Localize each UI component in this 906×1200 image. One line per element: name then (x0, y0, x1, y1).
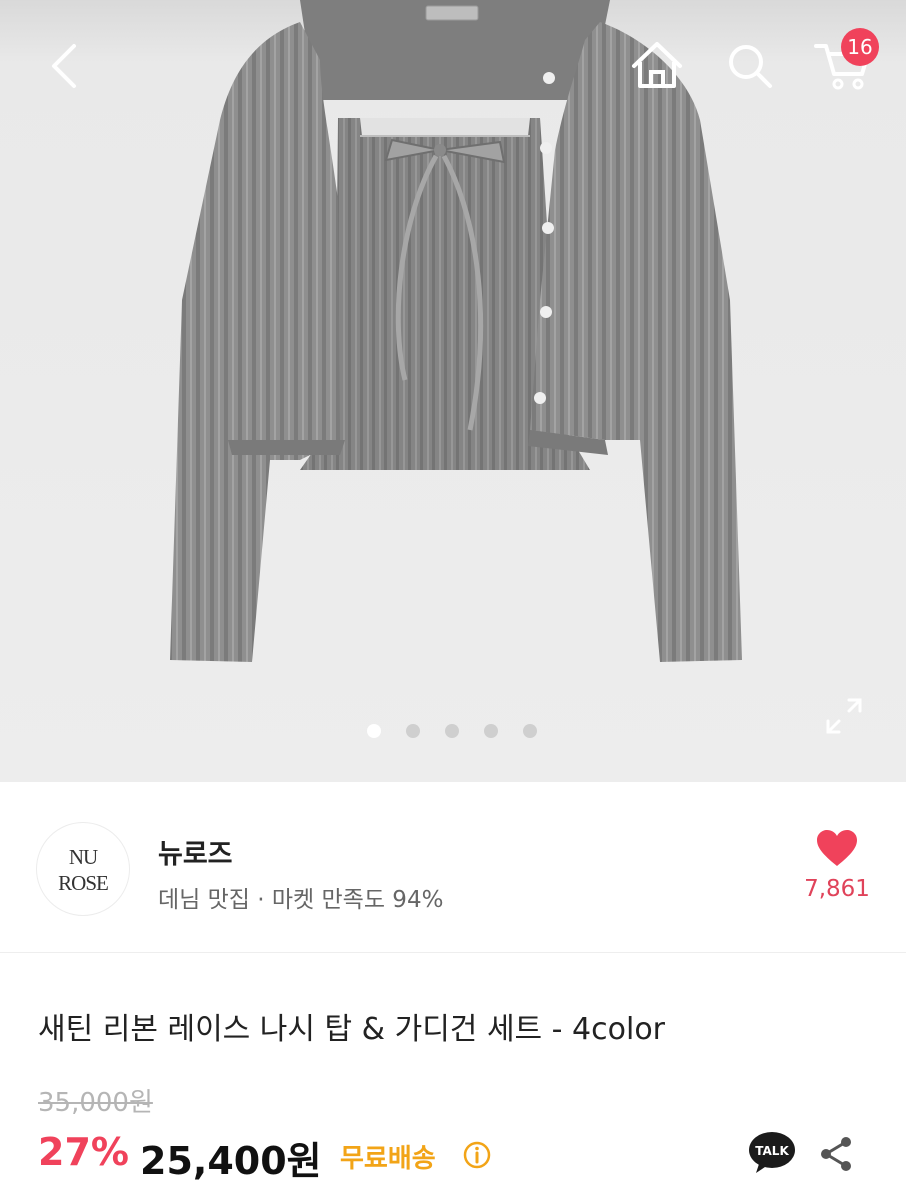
gallery-dot[interactable] (445, 724, 459, 738)
talk-icon: TALK (749, 1132, 795, 1173)
seller-section[interactable]: NU ROSE 뉴로즈 데님 맛집 · 마켓 만족도 94% 7,861 (0, 782, 906, 953)
talk-label: TALK (755, 1144, 789, 1158)
like-button[interactable] (816, 830, 858, 868)
logo-text-line2: ROSE (58, 871, 109, 895)
gallery-dot[interactable] (484, 724, 498, 738)
kakao-talk-button[interactable]: TALK (748, 1131, 796, 1175)
product-image-gallery[interactable]: 16 (0, 0, 906, 782)
share-icon (821, 1137, 851, 1171)
gallery-dot[interactable] (406, 724, 420, 738)
seller-name[interactable]: 뉴로즈 (158, 832, 233, 871)
original-price: 35,000원 (38, 1088, 153, 1118)
sale-price: 25,400원 (140, 1139, 322, 1183)
shipping-info-button[interactable] (462, 1140, 492, 1170)
logo-text-line1: NU (68, 845, 98, 869)
gallery-dot[interactable] (523, 724, 537, 738)
discount-rate: 27% (38, 1130, 129, 1174)
chevron-left-icon (52, 44, 76, 88)
back-button[interactable] (40, 36, 96, 96)
cart-count-badge: 16 (841, 28, 879, 66)
info-icon (463, 1141, 491, 1169)
free-shipping-label: 무료배송 (340, 1144, 436, 1174)
home-icon (632, 42, 682, 88)
like-count: 7,861 (804, 876, 870, 902)
seller-logo[interactable]: NU ROSE (36, 822, 130, 916)
product-title: 새틴 리본 레이스 나시 탑 & 가디건 세트 - 4color (38, 1012, 666, 1047)
home-button[interactable] (626, 36, 688, 96)
expand-icon (826, 698, 862, 734)
top-navigation: 16 (0, 0, 906, 130)
heart-icon (817, 830, 857, 866)
seller-description: 데님 맛집 · 마켓 만족도 94% (158, 887, 444, 913)
search-button[interactable] (722, 36, 780, 96)
share-button[interactable] (816, 1134, 856, 1174)
gallery-dot[interactable] (367, 724, 381, 738)
search-icon (729, 45, 772, 88)
expand-button[interactable] (822, 694, 866, 738)
